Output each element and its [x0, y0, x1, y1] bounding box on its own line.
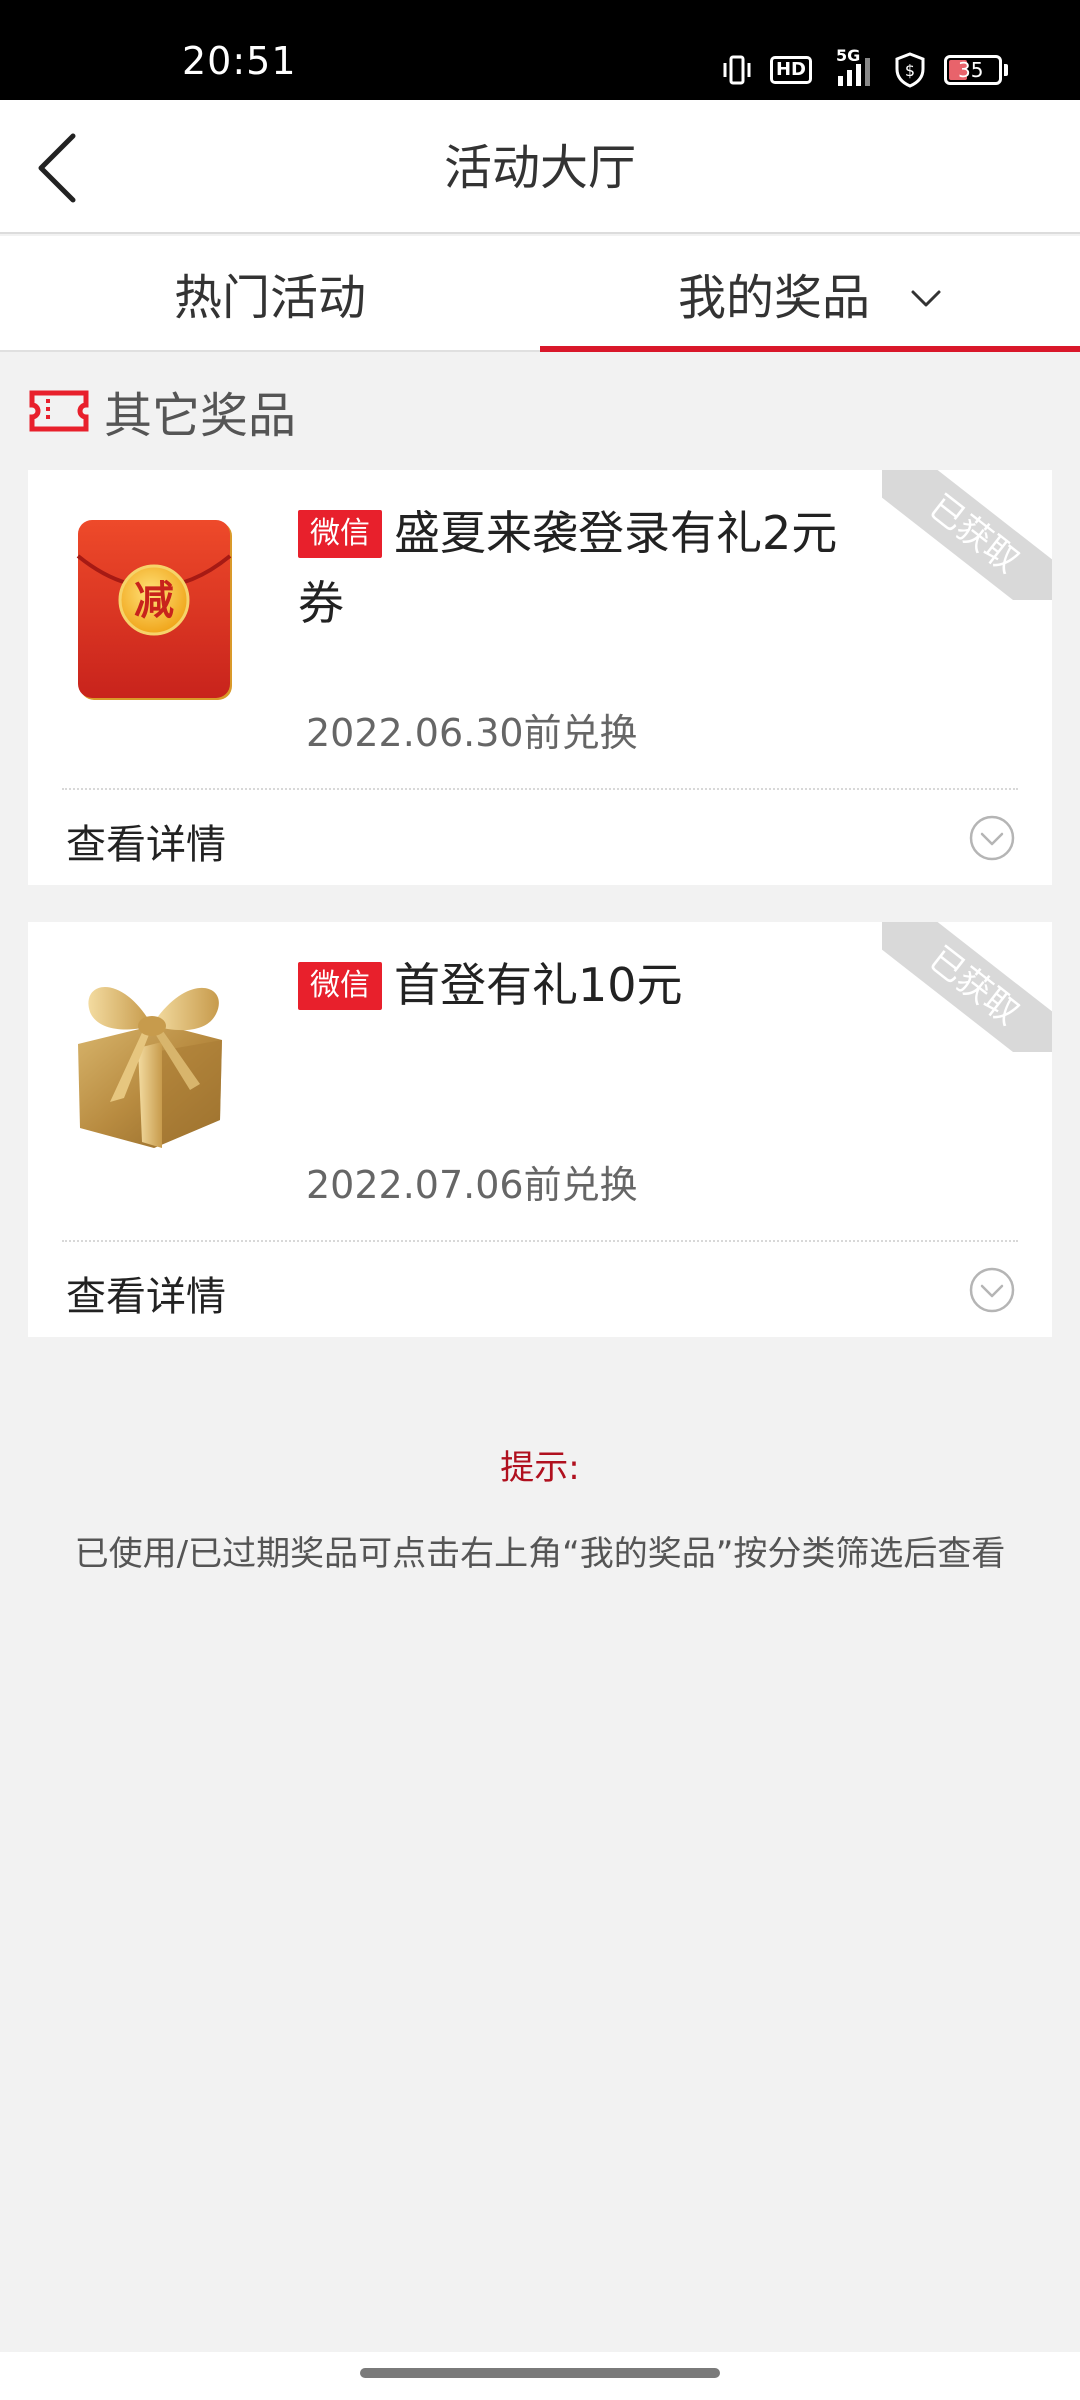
gift-box-icon	[78, 987, 222, 1148]
prize-expiry: 2022.07.06前兑换	[306, 1163, 638, 1207]
header: 活动大厅	[0, 100, 1080, 234]
status-bar: 20:51 HD 5G $ 35	[0, 0, 1080, 100]
tab-bar: 热门活动 我的奖品	[0, 236, 1080, 352]
status-icons: HD 5G $ 35	[722, 46, 1008, 90]
source-badge: 微信	[298, 510, 382, 558]
prize-card: 已获取 首登有礼10元 微信 2022.07.06前兑换 查看详情	[28, 922, 1052, 1337]
battery-icon: 35	[944, 55, 1008, 85]
section-header: 其它奖品	[28, 376, 296, 446]
expand-circle-icon	[969, 1267, 1015, 1313]
home-indicator[interactable]	[360, 2368, 720, 2378]
view-details-row[interactable]: 查看详情	[28, 1242, 1052, 1337]
status-ribbon: 已获取	[882, 470, 1052, 600]
tab-label: 热门活动	[173, 270, 366, 326]
vibrate-icon	[723, 55, 751, 85]
view-details-label: 查看详情	[66, 1274, 226, 1320]
source-badge: 微信	[298, 962, 382, 1010]
ticket-icon	[29, 390, 89, 432]
page-title: 活动大厅	[443, 140, 636, 196]
view-details-label: 查看详情	[66, 822, 226, 868]
tab-hot-activities[interactable]: 热门活动	[0, 236, 540, 350]
red-envelope-icon: 减	[76, 520, 232, 700]
section-title: 其它奖品	[104, 388, 297, 444]
prize-title: 首登有礼10元	[394, 958, 683, 1012]
status-label: 已获取	[882, 922, 1052, 1052]
status-ribbon: 已获取	[882, 922, 1052, 1052]
expand-circle-icon	[969, 815, 1015, 861]
prize-expiry: 2022.06.30前兑换	[306, 711, 638, 755]
chevron-down-icon	[910, 265, 942, 321]
tab-my-prizes[interactable]: 我的奖品	[540, 236, 1080, 352]
prize-card: 已获取 减 盛夏来袭登录有礼2元券 微信 2022.06.30前兑换 查看详情	[28, 470, 1052, 885]
signal-icon: 5G	[830, 46, 876, 88]
status-label: 已获取	[882, 470, 1052, 600]
view-details-row[interactable]: 查看详情	[28, 790, 1052, 885]
hd-icon: HD	[769, 56, 812, 84]
battery-level: 35	[958, 58, 984, 82]
status-time: 20:51	[182, 39, 297, 83]
svg-text:$: $	[905, 61, 915, 80]
tab-label: 我的奖品	[677, 270, 870, 326]
shield-icon: $	[895, 52, 925, 88]
prize-title: 盛夏来袭登录有礼2元券	[298, 506, 838, 630]
envelope-char: 减	[134, 578, 174, 624]
tip-title: 提示:	[500, 1448, 580, 1488]
tip-text: 已使用/已过期奖品可点击右上角“我的奖品”按分类筛选后查看	[74, 1534, 1006, 1574]
